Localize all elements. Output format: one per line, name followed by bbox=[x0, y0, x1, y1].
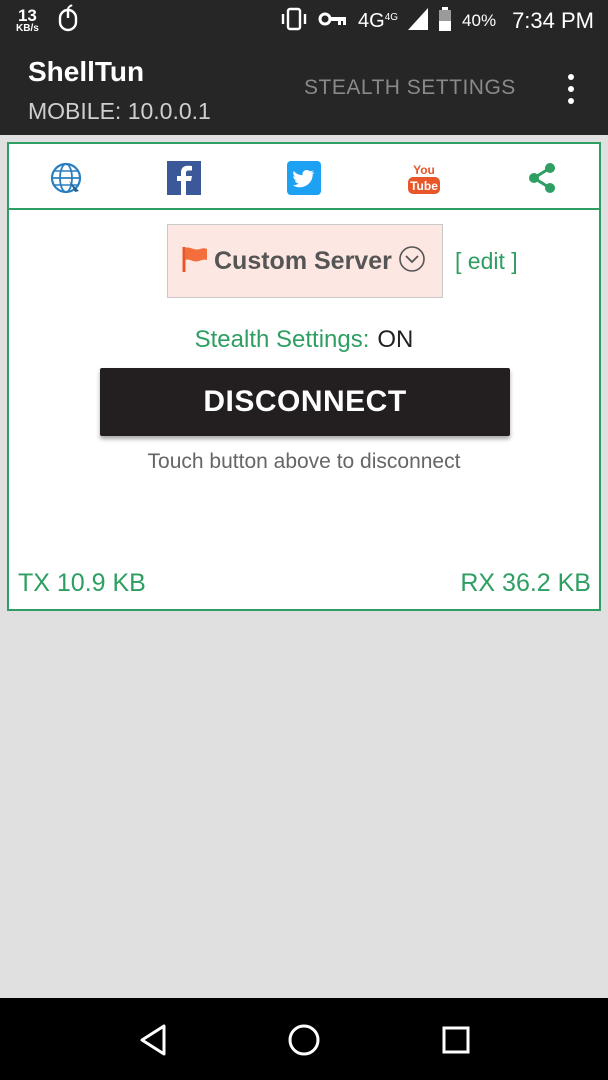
stealth-value: ON bbox=[377, 326, 414, 353]
net-speed-indicator: 13 KB/s bbox=[16, 7, 39, 34]
navigation-bar bbox=[0, 998, 608, 1080]
mouse-icon bbox=[57, 4, 79, 37]
stealth-label: Stealth Settings: bbox=[194, 326, 370, 353]
status-bar: 13 KB/s 4G 4G 40% 7:34 PM bbox=[0, 0, 608, 42]
connection-card: You Tube Custom Server [edit] Stealth … bbox=[7, 142, 601, 611]
recents-icon[interactable] bbox=[436, 1020, 476, 1060]
facebook-icon[interactable] bbox=[167, 161, 201, 195]
clock: 7:34 PM bbox=[512, 8, 594, 33]
rx-traffic: RX 36.2 KB bbox=[460, 569, 591, 597]
disconnect-hint: Touch button above to disconnect bbox=[147, 450, 461, 473]
vpn-key-icon bbox=[318, 10, 348, 33]
globe-icon[interactable] bbox=[49, 161, 83, 195]
chevron-down-icon bbox=[398, 245, 426, 278]
network-type-label: 4G bbox=[358, 9, 385, 32]
overflow-menu-icon[interactable] bbox=[560, 72, 582, 106]
twitter-icon[interactable] bbox=[287, 161, 321, 195]
youtube-icon[interactable]: You Tube bbox=[407, 161, 441, 195]
battery-percent: 40% bbox=[462, 11, 497, 30]
svg-text:You: You bbox=[413, 163, 435, 177]
svg-text:Tube: Tube bbox=[410, 179, 438, 193]
social-bar: You Tube bbox=[9, 144, 599, 210]
signal-icon bbox=[408, 7, 429, 35]
app-subtitle: MOBILE: 10.0.0.1 bbox=[28, 98, 211, 124]
stealth-status: Stealth Settings: ON bbox=[9, 326, 599, 354]
edit-server-link[interactable]: [ edit ] bbox=[455, 248, 518, 275]
vibrate-icon bbox=[280, 7, 308, 36]
home-icon[interactable] bbox=[284, 1020, 324, 1060]
share-icon[interactable] bbox=[525, 161, 559, 195]
server-select[interactable]: Custom Server bbox=[167, 224, 443, 298]
app-bar: ShellTun MOBILE: 10.0.0.1 STEALTH SETTIN… bbox=[0, 42, 608, 135]
network-type-sup: 4G bbox=[384, 11, 399, 23]
back-icon[interactable] bbox=[134, 1020, 174, 1060]
tx-traffic: TX 10.9 KB bbox=[18, 569, 146, 597]
server-label: Custom Server bbox=[214, 246, 392, 275]
disconnect-button[interactable]: DISCONNECT bbox=[100, 368, 510, 436]
network-type: 4G 4G bbox=[358, 10, 398, 33]
battery-icon bbox=[438, 6, 452, 36]
net-speed-unit: KB/s bbox=[16, 23, 39, 34]
net-speed-value: 13 bbox=[17, 6, 37, 25]
flag-icon bbox=[180, 245, 208, 278]
app-title: ShellTun bbox=[28, 56, 145, 87]
stealth-settings-action[interactable]: STEALTH SETTINGS bbox=[304, 76, 516, 100]
